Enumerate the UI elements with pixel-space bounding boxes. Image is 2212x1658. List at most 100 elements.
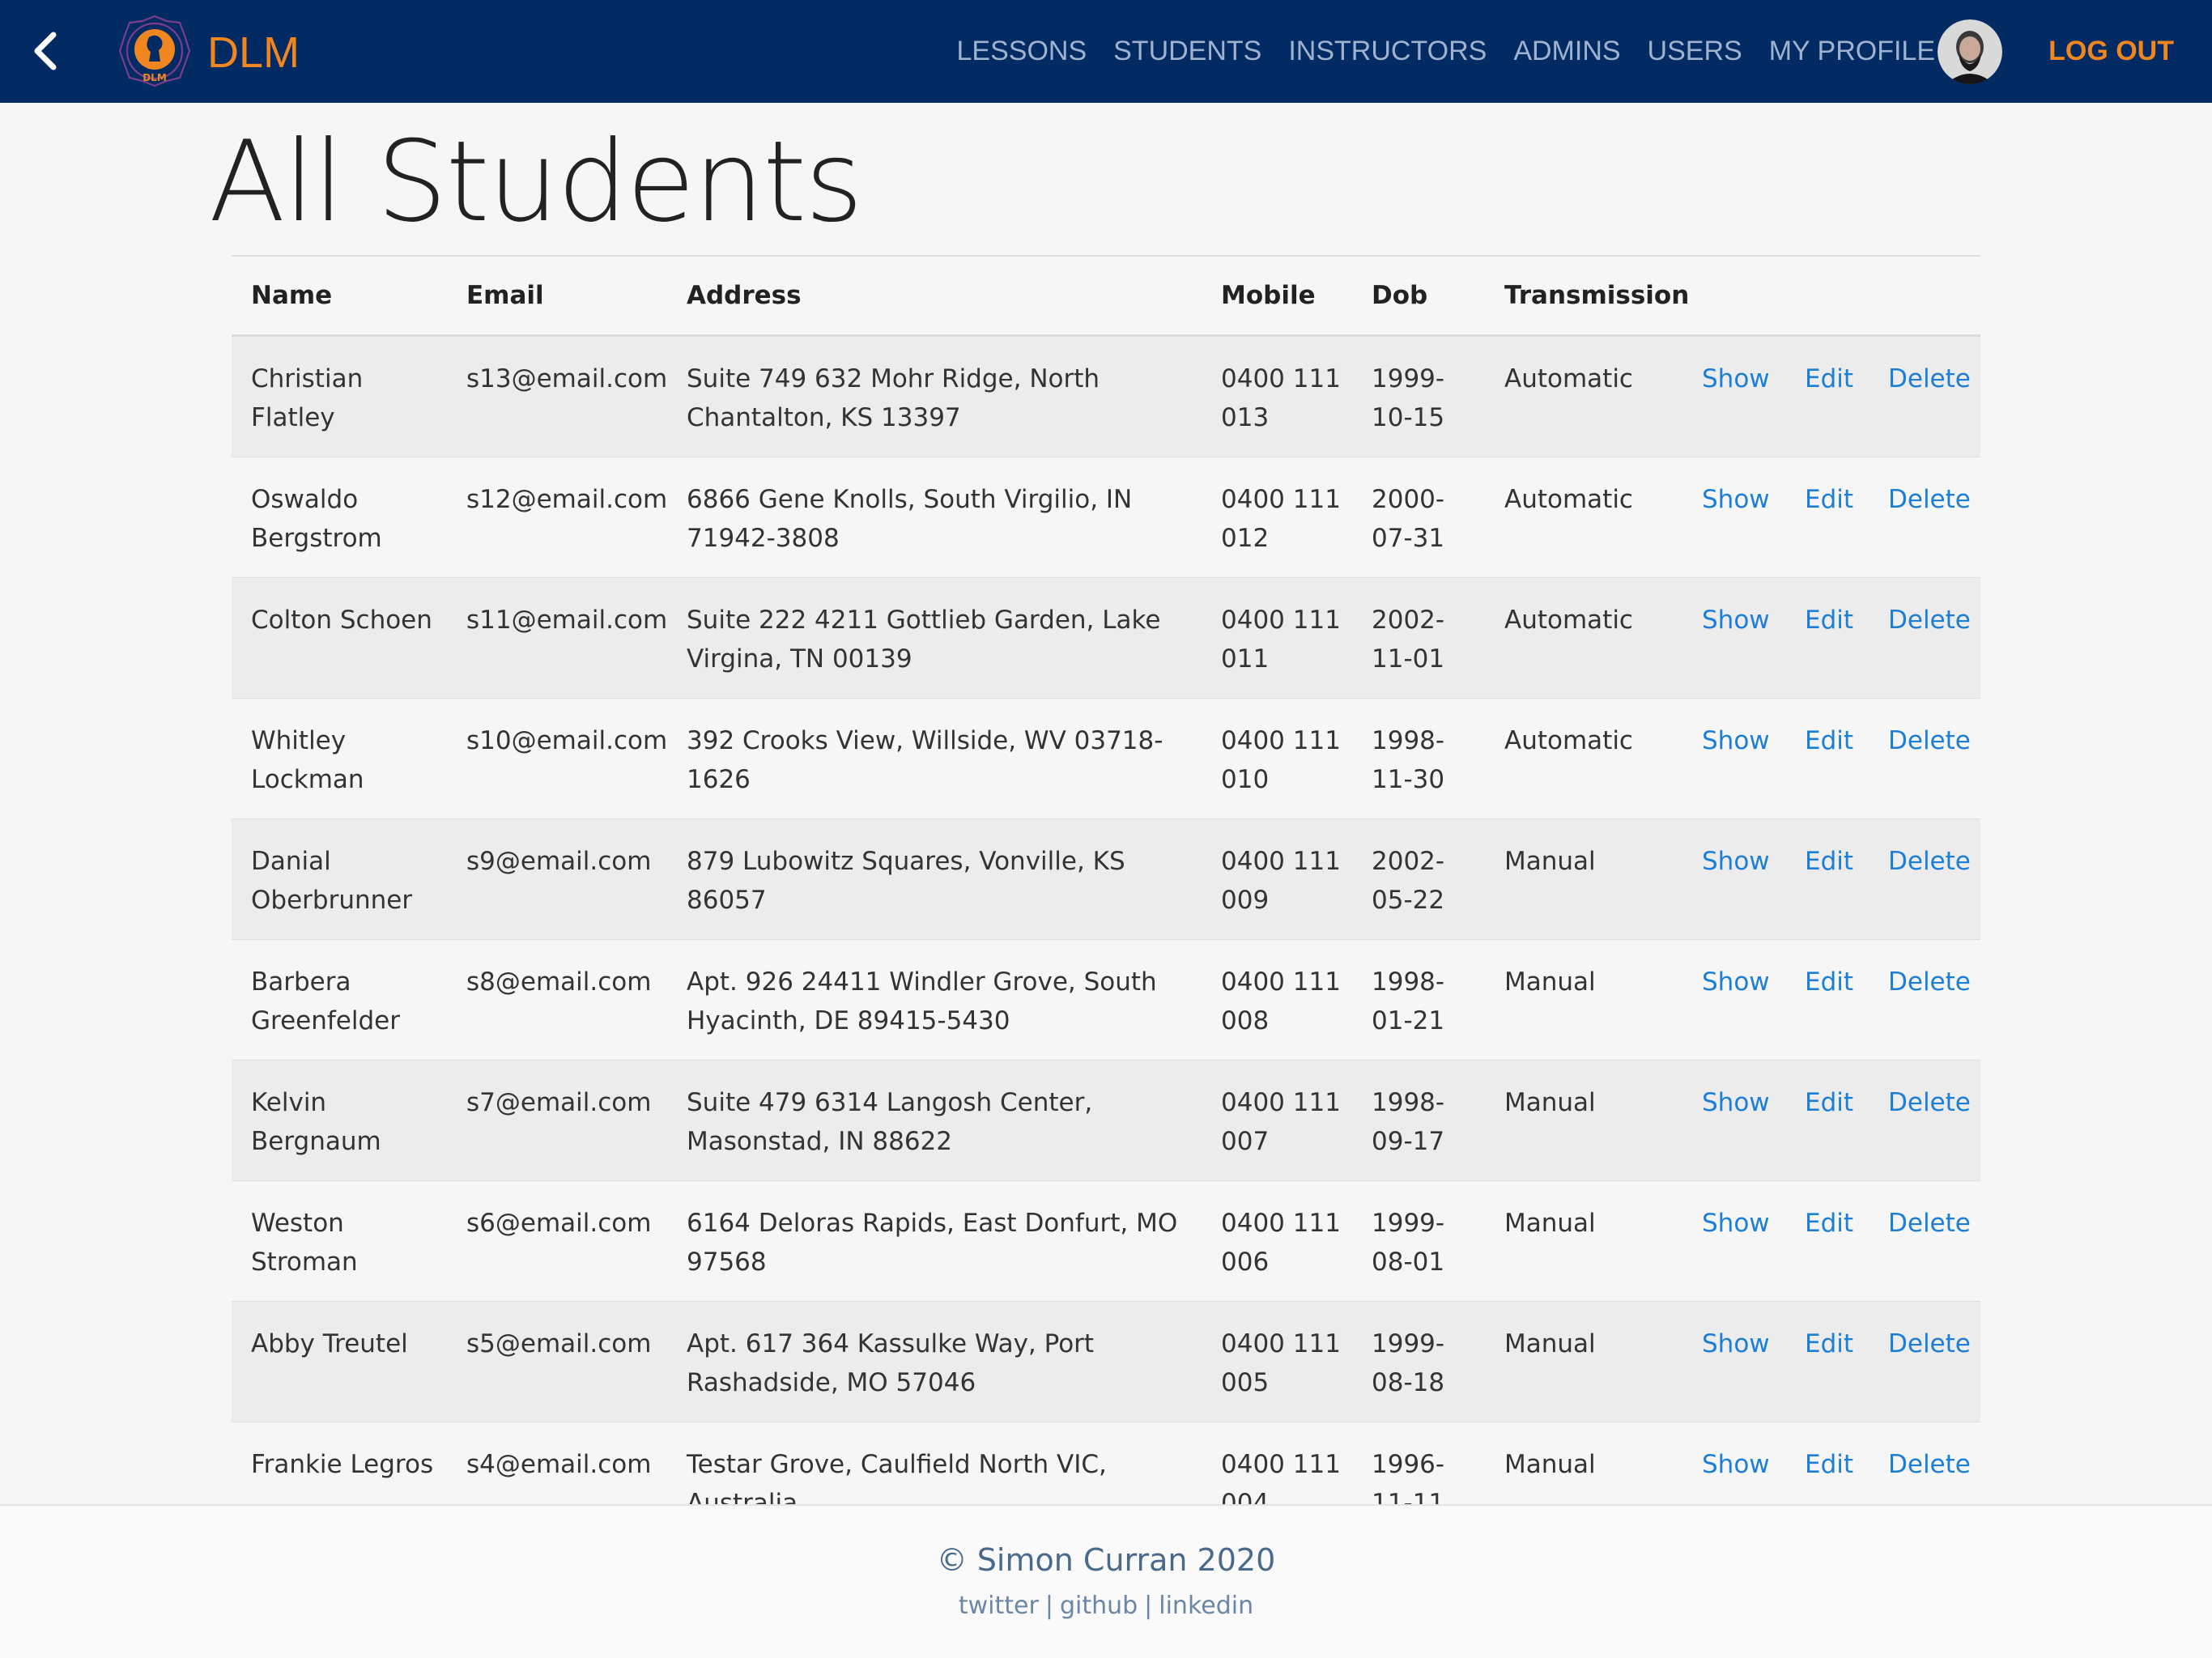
cell-address: 6866 Gene Knolls, South Virgilio, IN 719… [667,457,1202,578]
cell-transmission: Manual [1485,1180,1682,1302]
column-header-show [1682,257,1785,337]
show-link[interactable]: Show [1702,1450,1770,1479]
column-header-edit [1785,257,1869,337]
delete-link[interactable]: Delete [1888,847,1971,876]
cell-transmission: Manual [1485,939,1682,1061]
edit-link[interactable]: Edit [1805,726,1853,755]
cell-transmission: Manual [1485,1301,1682,1422]
edit-link[interactable]: Edit [1805,1450,1853,1479]
cell-dob: 1999-10-15 [1352,335,1485,457]
footer-separator: | [1044,1592,1053,1620]
cell-email: s5@email.com [447,1301,667,1422]
cell-name: Colton Schoen [232,577,447,699]
table-row: Whitley Lockman s10@email.com 392 Crooks V… [232,698,1980,819]
show-link[interactable]: Show [1702,1088,1770,1117]
cell-name: Kelvin Bergnaum [232,1060,447,1181]
table-body: Christian Flatley s13@email.com Suite 749 … [232,335,1980,1543]
show-link[interactable]: Show [1702,1209,1770,1238]
delete-link[interactable]: Delete [1888,606,1971,635]
user-avatar[interactable] [1938,19,2002,84]
top-navbar: DLM DLM LESSONS STUDENTS INSTRUCTORS ADM… [0,0,2212,103]
cell-dob: 1999-08-18 [1352,1301,1485,1422]
cell-email: s10@email.com [447,698,667,819]
cell-dob: 2002-11-01 [1352,577,1485,699]
action-cell: Edit [1785,939,1869,1061]
column-header-mobile: Mobile [1202,257,1352,337]
cell-address: 6164 Deloras Rapids, East Donfurt, MO 97… [667,1180,1202,1302]
show-link[interactable]: Show [1702,485,1770,514]
edit-link[interactable]: Edit [1805,485,1853,514]
dlm-logo-icon[interactable]: DLM [117,13,193,89]
cell-dob: 1998-01-21 [1352,939,1485,1061]
action-cell: Edit [1785,1180,1869,1302]
delete-link[interactable]: Delete [1888,1088,1971,1117]
nav-item-users[interactable]: USERS [1648,31,1742,71]
cell-dob: 1998-09-17 [1352,1060,1485,1181]
delete-link[interactable]: Delete [1888,1329,1971,1358]
delete-link[interactable]: Delete [1888,967,1971,997]
edit-link[interactable]: Edit [1805,606,1853,635]
show-link[interactable]: Show [1702,1329,1770,1358]
cell-name: Oswaldo Bergstrom [232,457,447,578]
cell-transmission: Manual [1485,818,1682,940]
delete-link[interactable]: Delete [1888,364,1971,393]
cell-address: 392 Crooks View, Willside, WV 03718-1626 [667,698,1202,819]
nav-item-lessons[interactable]: LESSONS [957,31,1087,71]
cell-transmission: Manual [1485,1060,1682,1181]
nav-item-instructors[interactable]: INSTRUCTORS [1288,31,1487,71]
show-link[interactable]: Show [1702,967,1770,997]
action-cell: Show [1682,1180,1785,1302]
nav-item-admins[interactable]: ADMINS [1513,31,1620,71]
column-header-delete [1869,257,1980,337]
brand-name[interactable]: DLM [207,24,300,81]
column-header-name: Name [232,257,447,337]
linkedin-link[interactable]: linkedin [1159,1592,1253,1620]
edit-link[interactable]: Edit [1805,1209,1853,1238]
cell-name: Christian Flatley [232,335,447,457]
cell-dob: 1998-11-30 [1352,698,1485,819]
delete-link[interactable]: Delete [1888,1209,1971,1238]
action-cell: Delete [1869,939,1980,1061]
github-link[interactable]: github [1060,1592,1138,1620]
cell-mobile: 0400 111 011 [1202,577,1352,699]
page-title: All Students [209,117,863,247]
cell-mobile: 0400 111 006 [1202,1180,1352,1302]
delete-link[interactable]: Delete [1888,485,1971,514]
action-cell: Show [1682,577,1785,699]
edit-link[interactable]: Edit [1805,1088,1853,1117]
cell-dob: 2000-07-31 [1352,457,1485,578]
table-row: Barbera Greenfelder s8@email.com Apt. 926 … [232,939,1980,1061]
show-link[interactable]: Show [1702,364,1770,393]
nav-item-students[interactable]: STUDENTS [1113,31,1261,71]
edit-link[interactable]: Edit [1805,847,1853,876]
table-row: Danial Oberbrunner s9@email.com 879 Lubowi… [232,818,1980,940]
action-cell: Delete [1869,1301,1980,1422]
cell-email: s7@email.com [447,1060,667,1181]
action-cell: Show [1682,457,1785,578]
table-row: Oswaldo Bergstrom s12@email.com 6866 Gene … [232,457,1980,578]
edit-link[interactable]: Edit [1805,967,1853,997]
cell-dob: 2002-05-22 [1352,818,1485,940]
edit-link[interactable]: Edit [1805,1329,1853,1358]
twitter-link[interactable]: twitter [959,1592,1039,1620]
table-header-row: Name Email Address Mobile Dob Transmissi… [232,257,1980,337]
cell-mobile: 0400 111 010 [1202,698,1352,819]
table-row: Abby Treutel s5@email.com Apt. 617 364 Kas… [232,1301,1980,1422]
delete-link[interactable]: Delete [1888,726,1971,755]
action-cell: Delete [1869,1180,1980,1302]
action-cell: Edit [1785,335,1869,457]
show-link[interactable]: Show [1702,606,1770,635]
action-cell: Show [1682,1060,1785,1181]
table-row: Weston Stroman s6@email.com 6164 Deloras R… [232,1180,1980,1302]
action-cell: Edit [1785,698,1869,819]
action-cell: Delete [1869,1060,1980,1181]
show-link[interactable]: Show [1702,847,1770,876]
delete-link[interactable]: Delete [1888,1450,1971,1479]
edit-link[interactable]: Edit [1805,364,1853,393]
show-link[interactable]: Show [1702,726,1770,755]
cell-name: Barbera Greenfelder [232,939,447,1061]
chevron-left-icon[interactable] [29,31,62,71]
action-cell: Show [1682,698,1785,819]
nav-item-my-profile[interactable]: MY PROFILE [1769,31,1935,71]
logout-button[interactable]: LOG OUT [2048,31,2174,71]
